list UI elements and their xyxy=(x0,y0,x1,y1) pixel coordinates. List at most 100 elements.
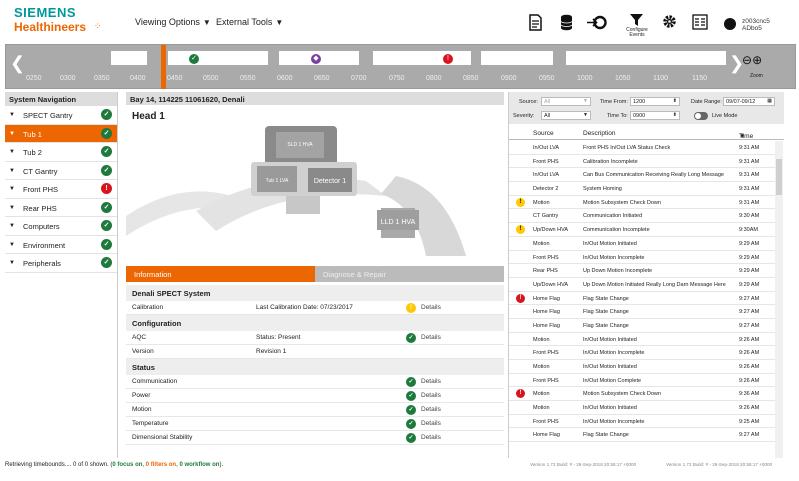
details-link[interactable]: Details xyxy=(421,434,441,441)
table-row[interactable]: Motion In/Out Motion Initiated 9:26 AM xyxy=(509,360,775,374)
event-time: 9:29 AM xyxy=(739,254,760,261)
details-link[interactable]: Details xyxy=(421,392,441,399)
viewing-options-menu[interactable]: Viewing Options ▼ xyxy=(135,17,211,27)
timeline-error-marker-icon[interactable]: ! xyxy=(443,54,453,64)
table-row[interactable]: Front PHS In/Out Motion Incomplete 9:29 AM xyxy=(509,251,775,265)
table-row[interactable]: Motion In/Out Motion Initiated 9:29 AM xyxy=(509,237,775,251)
report-checklist-icon[interactable] xyxy=(692,14,708,34)
sld-label[interactable]: SLD 1 HVA xyxy=(287,142,313,148)
bay-title: Bay 14, 114225 11061620, Denali xyxy=(126,92,504,105)
details-link[interactable]: Details xyxy=(421,378,441,385)
details-link[interactable]: Details xyxy=(421,304,441,311)
timeline-left-arrow-icon[interactable]: ❮ xyxy=(10,53,25,74)
document-icon[interactable] xyxy=(529,14,542,35)
scrollbar-thumb[interactable] xyxy=(776,159,782,195)
nav-item-label: Peripherals xyxy=(23,259,61,268)
timeline-event-marker-icon[interactable]: ◆ xyxy=(311,54,321,64)
time-from-input[interactable]: 1200 ⬍ xyxy=(630,97,680,106)
nav-item-environment[interactable]: ▼ Environment ✓ xyxy=(5,236,117,254)
gear-icon[interactable] xyxy=(662,14,677,33)
column-header-description[interactable]: Description xyxy=(583,130,616,137)
tub-label[interactable]: Tub 1 LVA xyxy=(266,178,289,184)
table-row[interactable]: Front PHS In/Out Motion Complete 9:26 AM xyxy=(509,374,775,388)
timeline-segment[interactable] xyxy=(373,51,471,65)
timeline-label: 1150 xyxy=(692,75,708,82)
timeline-label: 0500 xyxy=(203,75,219,82)
chevron-down-icon: ▼ xyxy=(9,241,15,248)
timeline-segment[interactable] xyxy=(481,51,553,65)
lld-label[interactable]: LLD 1 HVA xyxy=(381,219,416,226)
time-to-value: 0900 xyxy=(633,113,646,119)
source-select[interactable]: All ▼ xyxy=(541,97,591,106)
details-link[interactable]: Details xyxy=(421,334,441,341)
column-header-source[interactable]: Source xyxy=(533,130,554,137)
caret-down-icon: ▼ xyxy=(583,112,588,118)
workflow-count: 0 workflow on xyxy=(179,462,220,468)
tab-information[interactable]: Information xyxy=(126,266,315,282)
event-description: In/Out Motion Initiated xyxy=(583,240,637,247)
table-row[interactable]: In/Out LVA Can Bus Communication Receivin… xyxy=(509,168,775,183)
status-ok-icon: ✓ xyxy=(406,433,416,443)
event-list-scrollbar[interactable] xyxy=(775,141,783,458)
zoom-out-icon[interactable]: ⊖ xyxy=(742,53,752,67)
event-source: Up/Down HVA xyxy=(533,281,569,288)
database-icon[interactable] xyxy=(560,14,573,35)
export-icon[interactable] xyxy=(585,14,607,35)
stepper-icon: ⬍ xyxy=(672,98,677,104)
table-row[interactable]: Motion In/Out Motion Initiated 9:26 AM xyxy=(509,401,775,415)
event-time: 9:30 AM xyxy=(739,213,760,220)
time-to-input[interactable]: 0900 ⬍ xyxy=(630,111,680,120)
table-row[interactable]: Front PHS Calibration Incomplete 9:31 AM xyxy=(509,155,775,169)
nav-item-spect-gantry[interactable]: ▼ SPECT Gantry ✓ xyxy=(5,106,117,125)
table-row[interactable]: Home Flag Flag State Change 9:27 AM xyxy=(509,428,775,443)
status-ok-icon: ✓ xyxy=(406,377,416,387)
nav-item-tub-2[interactable]: ▼ Tub 2 ✓ xyxy=(5,143,117,162)
table-row[interactable]: Up/Down HVA Up Down Motion Initiated Real… xyxy=(509,278,775,292)
nav-item-front-phs[interactable]: ▼ Front PHS ! xyxy=(5,180,117,199)
nav-item-tub-1[interactable]: ▼ Tub 1 ✓ xyxy=(5,124,117,143)
event-description: Can Bus Communication Receiving Really L… xyxy=(583,172,724,179)
timeline-segment[interactable] xyxy=(566,51,726,65)
row-label: Communication xyxy=(132,378,178,385)
configure-events-label: Configure Events xyxy=(626,27,648,38)
nav-item-rear-phs[interactable]: ▼ Rear PHS ✓ xyxy=(5,199,117,217)
table-row[interactable]: CT Gantry Communication Initiated 9:30 AM xyxy=(509,209,775,224)
details-link[interactable]: Details xyxy=(421,420,441,427)
details-link[interactable]: Details xyxy=(421,406,441,413)
nav-item-ct-gantry[interactable]: ▼ CT Gantry ✓ xyxy=(5,162,117,180)
table-row[interactable]: ! Up/Down HVA Communication Incomplete 9:30… xyxy=(509,223,775,237)
table-row[interactable]: Motion In/Out Motion Initiated 9:26 AM xyxy=(509,333,775,347)
table-row[interactable]: ! Home Flag Flag State Change 9:27 AM xyxy=(509,292,775,306)
severity-select-value: All xyxy=(544,113,551,119)
nav-item-computers[interactable]: ▼ Computers ✓ xyxy=(5,217,117,236)
table-row[interactable]: ! Motion Motion Subsystem Check Down 9:36 A… xyxy=(509,387,775,402)
timeline-segment[interactable] xyxy=(168,51,268,65)
table-row[interactable]: Rear PHS Up Down Motion Incomplete 9:29 AM xyxy=(509,264,775,278)
tab-diagnose-repair[interactable]: Diagnose & Repair xyxy=(315,266,504,282)
live-mode-toggle[interactable] xyxy=(694,112,708,120)
avatar[interactable] xyxy=(724,18,736,30)
row-label: AQC xyxy=(132,334,147,341)
table-row[interactable]: Front PHS In/Out Motion Incomplete 9:26 AM xyxy=(509,346,775,360)
event-source: In/Out LVA xyxy=(533,145,560,151)
severity-select[interactable]: All ▼ xyxy=(541,111,591,120)
zoom-in-icon[interactable]: ⊕ xyxy=(752,53,762,67)
table-row[interactable]: Home Flag Flag State Change 9:27 AM xyxy=(509,319,775,333)
timeline-segment[interactable] xyxy=(111,51,147,65)
detector-label[interactable]: Detector 1 xyxy=(314,178,346,185)
event-description: Up Down Motion Initiated Really Long Dar… xyxy=(583,281,726,288)
status-title: Status xyxy=(126,359,504,375)
table-row[interactable]: In/Out LVA Front PHS In/Out LVA Status Ch… xyxy=(509,141,775,155)
date-range-input[interactable]: 09/07-09/12 ▦ xyxy=(723,97,775,106)
nav-item-peripherals[interactable]: ▼ Peripherals ✓ xyxy=(5,254,117,273)
table-row[interactable]: ! Motion Motion Subsystem Check Down 9:31 A… xyxy=(509,196,775,210)
event-time: 9:26 AM xyxy=(739,350,760,357)
table-row[interactable]: Home Flag Flag State Change 9:27 AM xyxy=(509,305,775,319)
timeline-ok-marker-icon[interactable]: ✓ xyxy=(189,54,199,64)
timeline-bar[interactable]: ❮ ❯ ✓ ◆ ! 0250 0300 0350 0400 0450 0500 … xyxy=(5,44,796,89)
event-time: 9:36 AM xyxy=(739,391,760,398)
table-row[interactable]: Front PHS In/Out Motion Incomplete 9:25 AM xyxy=(509,415,775,429)
table-row[interactable]: Detector 2 System Homing 9:31 AM xyxy=(509,182,775,196)
external-tools-menu[interactable]: External Tools ▼ xyxy=(216,17,283,27)
timeline-label: 0950 xyxy=(539,75,555,82)
